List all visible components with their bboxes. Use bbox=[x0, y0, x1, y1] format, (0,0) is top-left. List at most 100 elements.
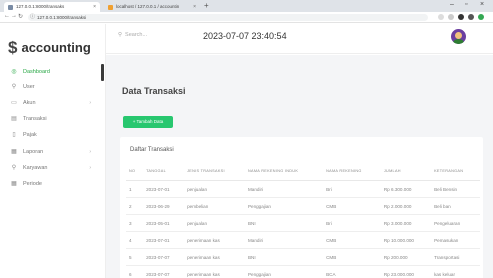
back-icon[interactable]: ← bbox=[4, 13, 10, 19]
column-header[interactable]: NAMA REKENING bbox=[323, 162, 381, 181]
table-cell: Beli Bensin bbox=[431, 180, 480, 198]
forward-icon[interactable]: → bbox=[11, 13, 17, 19]
table-cell: Transportasi bbox=[431, 248, 480, 266]
add-data-button[interactable]: + Tambah Data bbox=[123, 116, 173, 128]
column-header[interactable]: JUMLAH bbox=[380, 162, 432, 181]
close-window-icon[interactable]: × bbox=[480, 1, 484, 8]
sidebar-item-label: Laporan bbox=[23, 148, 44, 155]
tab-close-icon[interactable]: × bbox=[93, 2, 96, 12]
minimize-icon[interactable]: – bbox=[450, 1, 454, 8]
sidebar-item-label: Dashboard bbox=[23, 68, 50, 75]
chevron-right-icon: › bbox=[89, 164, 91, 171]
table-cell: BCA bbox=[323, 265, 381, 278]
sidebar-item-transaksi[interactable]: ▤ Transaksi bbox=[0, 112, 105, 125]
reload-icon[interactable]: ↻ bbox=[18, 13, 23, 20]
bookmark-icon[interactable] bbox=[448, 14, 454, 20]
table-cell: Beli ban bbox=[431, 197, 480, 215]
table-cell: 2023-07-07 bbox=[143, 248, 185, 266]
table-cell: Rp 2.000.000 bbox=[380, 197, 432, 215]
site-info-icon[interactable]: ⓘ bbox=[30, 14, 35, 21]
search-placeholder: Search... bbox=[125, 32, 148, 38]
table-cell: 2023-06-29 bbox=[143, 197, 185, 215]
new-tab-icon[interactable]: + bbox=[204, 1, 209, 10]
browser-tab[interactable]: localhost / 127.0.0.1 / accountin × bbox=[104, 2, 200, 12]
transaction-card: Daftar Transaksi NO TANGGAL JENIS TRANSAKS… bbox=[120, 137, 483, 278]
extension-icon[interactable] bbox=[458, 14, 464, 20]
brand-logo[interactable]: $ accounting bbox=[8, 39, 91, 56]
table-cell: 5 bbox=[126, 248, 144, 266]
sidebar-item-label: User bbox=[23, 83, 35, 90]
document-icon: ▯ bbox=[12, 132, 16, 138]
sidebar-item-dashboard[interactable]: ◎ Dashboard bbox=[0, 65, 105, 78]
column-header[interactable]: NO bbox=[126, 162, 144, 181]
table-cell: 2 bbox=[126, 197, 144, 215]
dashboard-icon: ◎ bbox=[11, 69, 17, 75]
search-icon: ⚲ bbox=[118, 32, 123, 38]
share-icon[interactable] bbox=[438, 14, 444, 20]
profile-icon[interactable] bbox=[478, 14, 484, 20]
table-cell: 2023-07-01 bbox=[143, 231, 185, 249]
current-datetime: 2023-07-07 23:40:54 bbox=[203, 31, 287, 41]
table-cell: kas keluar bbox=[431, 265, 480, 278]
table-body: 1 2023-07-01 penjualan Mandiri Bri Rp 6.300.0… bbox=[126, 180, 480, 278]
table-cell: Penggajian bbox=[244, 197, 324, 215]
table-row[interactable]: 4 2023-07-01 penerimaan kas Mandiri CMB Rp 10… bbox=[126, 231, 480, 249]
search-input[interactable]: ⚲ Search... bbox=[118, 32, 147, 38]
table-cell: 6 bbox=[126, 265, 144, 278]
tab-title: localhost / 127.0.0.1 / accountin bbox=[116, 4, 180, 9]
column-header[interactable]: NAMA REKENING INDUK bbox=[244, 162, 324, 181]
browser-tab-bar: 127.0.0.1:8000/transaks × localhost / 12… bbox=[0, 0, 493, 12]
favicon-icon bbox=[108, 4, 113, 10]
avatar-body bbox=[453, 39, 464, 44]
page-title: Data Transaksi bbox=[122, 86, 186, 96]
table-cell: BNI bbox=[244, 248, 324, 266]
tab-close-icon[interactable]: × bbox=[193, 2, 196, 12]
sidebar-item-periode[interactable]: ▦ Periode bbox=[0, 177, 105, 190]
table-cell: 3 bbox=[126, 214, 144, 232]
dollar-icon: $ bbox=[8, 38, 18, 57]
avatar[interactable] bbox=[451, 29, 466, 44]
table-cell: CMB bbox=[323, 231, 381, 249]
transaction-table: NO TANGGAL JENIS TRANSAKSI NAMA REKENING IN… bbox=[126, 162, 480, 278]
calendar-icon: ▦ bbox=[11, 181, 17, 187]
table-cell: Mandiri bbox=[244, 180, 324, 198]
folder-icon: ▭ bbox=[11, 100, 17, 106]
user-icon: ⚲ bbox=[11, 84, 17, 90]
chevron-right-icon: › bbox=[89, 148, 91, 155]
main-content: Data Transaksi + Tambah Data Daftar Tran… bbox=[106, 55, 493, 278]
table-cell: penjualan bbox=[184, 180, 245, 198]
table-row[interactable]: 2 2023-06-29 pembelian Penggajian CMB Rp 2.00… bbox=[126, 197, 480, 215]
browser-tab-active[interactable]: 127.0.0.1:8000/transaks × bbox=[4, 2, 100, 12]
table-cell: Rp 3.000.000 bbox=[380, 214, 432, 232]
sidebar-item-user[interactable]: ⚲ User bbox=[0, 80, 105, 93]
table-cell: penerimaan kas bbox=[184, 231, 245, 249]
column-header[interactable]: TANGGAL bbox=[143, 162, 185, 181]
sidebar-item-label: Karyawan bbox=[23, 164, 48, 171]
topbar: ⚲ Search... 2023-07-07 23:40:54 bbox=[106, 24, 493, 54]
table-cell: Bri bbox=[323, 180, 381, 198]
sidebar-item-karyawan[interactable]: ⚲ Karyawan › bbox=[0, 161, 105, 174]
table-row[interactable]: 5 2023-07-07 penerimaan kas BNI CMB Rp 200.00… bbox=[126, 248, 480, 266]
sidebar-item-pajak[interactable]: ▯ Pajak bbox=[0, 128, 105, 141]
chevron-right-icon: › bbox=[89, 99, 91, 106]
table-header-row: NO TANGGAL JENIS TRANSAKSI NAMA REKENING IN… bbox=[126, 162, 480, 181]
sidebar-item-label: Transaksi bbox=[23, 115, 47, 122]
column-header[interactable]: KETERANGAN bbox=[431, 162, 480, 181]
table-row[interactable]: 1 2023-07-01 penjualan Mandiri Bri Rp 6.300.0… bbox=[126, 180, 480, 198]
table-cell: 2023-07-01 bbox=[143, 180, 185, 198]
url-text: 127.0.0.1:8000/transaksi bbox=[37, 15, 87, 20]
table-cell: Mandiri bbox=[244, 231, 324, 249]
table-row[interactable]: 6 2023-07-07 penerimaan kas Penggajian BCA Rp… bbox=[126, 265, 480, 278]
maximize-icon[interactable]: ▫ bbox=[465, 1, 467, 8]
sidebar-item-akun[interactable]: ▭ Akun › bbox=[0, 96, 105, 109]
sidepanel-icon[interactable] bbox=[468, 14, 474, 20]
table-cell: Rp 6.300.000 bbox=[380, 180, 432, 198]
sidebar-item-laporan[interactable]: ▦ Laporan › bbox=[0, 145, 105, 158]
table-cell: Rp 200.000 bbox=[380, 248, 432, 266]
table-cell: CMB bbox=[323, 248, 381, 266]
table-cell: CMB bbox=[323, 197, 381, 215]
url-field[interactable]: ⓘ 127.0.0.1:8000/transaksi bbox=[28, 14, 428, 21]
table-cell: Pemasukan bbox=[431, 231, 480, 249]
table-row[interactable]: 3 2023-05-01 penjualan BNI Bri Rp 3.000.000 Pe… bbox=[126, 214, 480, 232]
column-header[interactable]: JENIS TRANSAKSI bbox=[184, 162, 245, 181]
